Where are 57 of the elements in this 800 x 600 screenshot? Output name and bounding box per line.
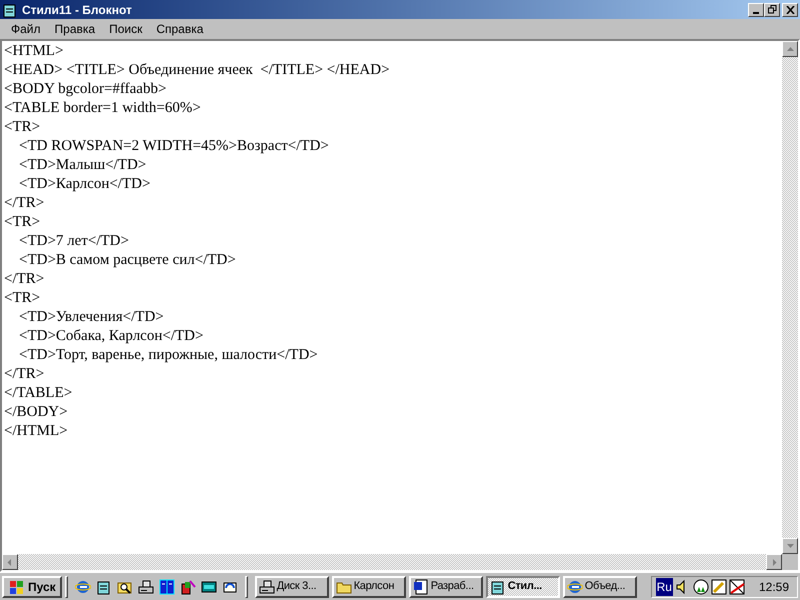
restore-icon	[768, 5, 776, 14]
menu-item[interactable]: Поиск	[102, 20, 150, 38]
scroll-left-button[interactable]	[2, 554, 18, 570]
code-line: </TR>	[4, 194, 44, 213]
code-line: <TD>Увлечения</TD>	[18, 308, 164, 327]
taskbar-button[interactable]: Стил...	[486, 576, 560, 598]
window-title: Стили11 - Блокнот	[22, 2, 133, 18]
notepad-icon[interactable]	[2, 2, 18, 18]
minimize-button[interactable]	[748, 2, 764, 16]
close-button[interactable]	[782, 2, 798, 16]
paint-icon[interactable]	[180, 578, 196, 594]
code-line: <TD>Малыш</TD>	[18, 156, 146, 175]
code-line: <TR>	[4, 213, 40, 232]
start-button[interactable]: Пуск	[2, 576, 62, 598]
menu-item[interactable]: Правка	[48, 20, 102, 38]
close-icon	[786, 6, 794, 14]
taskbar-button[interactable]: Разраб...	[408, 576, 483, 598]
terminal-icon[interactable]	[200, 578, 217, 594]
code-line: <TR>	[4, 118, 40, 137]
taskbar-button[interactable]: Диск 3...	[254, 576, 329, 598]
taskbar-button[interactable]: Объед...	[562, 576, 637, 598]
restore-button[interactable]	[764, 2, 780, 16]
code-line: <TR>	[4, 289, 40, 308]
clock: 12:59	[758, 578, 789, 596]
language-indicator[interactable]: Ru	[656, 578, 673, 596]
code-line: </HTML>	[4, 422, 68, 441]
code-line: <TD>Собака, Карлсон</TD>	[18, 327, 204, 346]
horizontal-scrollbar[interactable]	[2, 554, 782, 570]
menu-item[interactable]: Файл	[4, 20, 48, 38]
code-line: <HTML>	[4, 42, 64, 61]
scroll-right-button[interactable]	[766, 554, 782, 570]
code-line: <TD>В самом расцвете сил</TD>	[18, 251, 236, 270]
notepad-icon[interactable]	[96, 578, 112, 594]
code-line: </TR>	[4, 270, 44, 289]
code-line: <TD>7 лет</TD>	[18, 232, 129, 251]
code-line: <BODY bgcolor=#ffaabb>	[4, 80, 166, 99]
taskbar-button[interactable]: Карлсон	[332, 576, 406, 598]
drive-icon[interactable]	[258, 578, 275, 594]
wrench-icon[interactable]	[710, 578, 727, 594]
menu-item[interactable]: Справка	[149, 20, 210, 38]
drive-icon[interactable]	[138, 578, 154, 594]
scroll-down-button[interactable]	[782, 538, 798, 554]
code-line: </TABLE>	[4, 384, 72, 403]
code-line: <TABLE border=1 width=60%>	[4, 99, 201, 118]
code-line: <HEAD> <TITLE> Объединение ячеек </TITLE> </HEAD>	[4, 61, 390, 80]
notepad-icon[interactable]	[490, 578, 506, 594]
book-icon[interactable]	[158, 578, 175, 594]
code-line: <TD ROWSPAN=2 WIDTH=45%>Возраст</TD>	[18, 137, 329, 156]
scrollbar-corner	[782, 554, 798, 570]
document-icon[interactable]	[412, 578, 429, 594]
code-line: </BODY>	[4, 403, 68, 422]
code-line: <TD>Торт, варенье, пирожные, шалости</TD>	[18, 346, 318, 365]
scroll-up-button[interactable]	[782, 41, 798, 57]
vertical-scrollbar[interactable]	[782, 41, 798, 554]
code-line: <TD>Карлсон</TD>	[18, 175, 150, 194]
code-line: </TR>	[4, 365, 44, 384]
windows-logo-icon	[8, 580, 24, 594]
